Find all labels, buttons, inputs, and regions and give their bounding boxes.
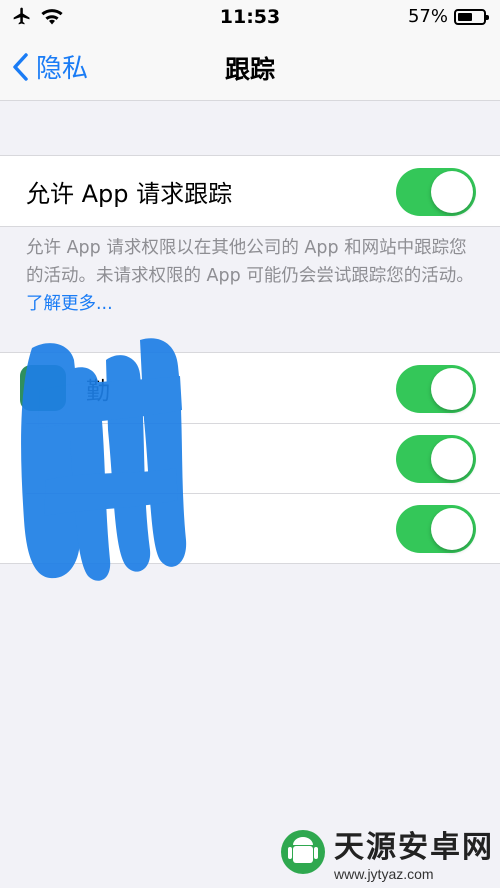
watermark-text: 天源安卓网 www.jytyaz.com — [334, 822, 494, 882]
watermark-brand: 天源安卓网 — [334, 830, 494, 865]
allow-tracking-row: 允许 App 请求跟踪 — [0, 156, 500, 226]
tracking-group: 允许 App 请求跟踪 — [0, 155, 500, 227]
app-tracking-toggle[interactable] — [396, 365, 476, 413]
watermark: 天源安卓网 www.jytyaz.com — [280, 822, 494, 882]
status-right: 57% — [407, 6, 489, 27]
battery-icon — [454, 8, 489, 25]
battery-fill — [458, 12, 472, 21]
redaction-scribble — [21, 338, 187, 581]
app-tracking-toggle[interactable] — [396, 435, 476, 483]
tracking-footnote: 允许 App 请求权限以在其他公司的 App 和网站中跟踪您的活动。未请求权限的… — [26, 234, 476, 318]
allow-tracking-toggle[interactable] — [396, 168, 476, 216]
toggle-knob — [431, 508, 473, 550]
battery-percent: 57% — [407, 6, 448, 27]
android-logo-icon — [281, 830, 325, 874]
watermark-url: www.jytyaz.com — [334, 866, 434, 882]
page-title: 跟踪 — [224, 55, 275, 84]
toggle-knob — [431, 171, 473, 213]
app-tracking-toggle[interactable] — [396, 505, 476, 553]
allow-tracking-label: 允许 App 请求跟踪 — [26, 180, 233, 208]
learn-more-link[interactable]: 了解更多... — [26, 294, 113, 314]
status-bar: 11:53 57% — [0, 0, 500, 36]
navigation-bar: 隐私 跟踪 — [0, 36, 500, 101]
toggle-knob — [431, 438, 473, 480]
footnote-text: 允许 App 请求权限以在其他公司的 App 和网站中跟踪您的活动。未请求权限的… — [26, 238, 474, 286]
toggle-knob — [431, 368, 473, 410]
